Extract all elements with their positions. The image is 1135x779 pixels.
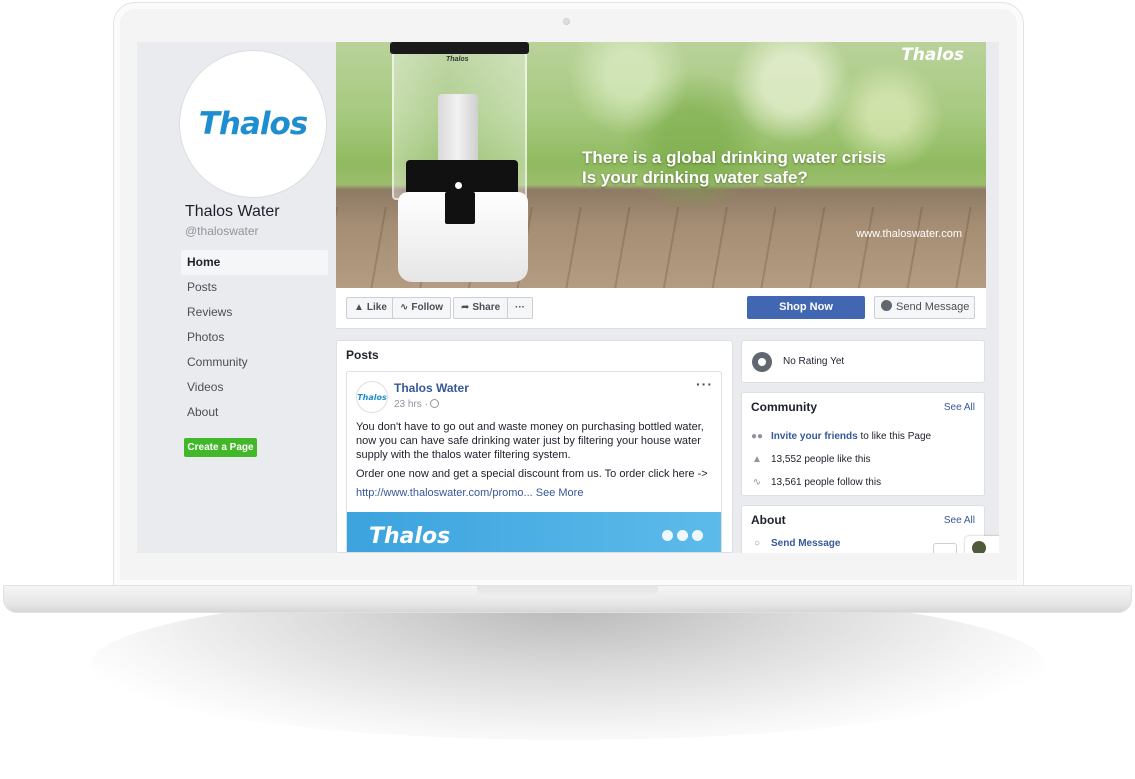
chat-compose-button[interactable] [933, 543, 957, 553]
facebook-page-screen: Thalos Thalos Water @thaloswater Home Po… [137, 42, 999, 553]
send-message-button[interactable]: Send Message [874, 296, 975, 319]
follows-text: 13,561 people follow this [771, 477, 882, 488]
filter-cap-brand: Thalos [446, 56, 469, 63]
about-send-message-row: ○ Send Message [751, 538, 841, 549]
likes-text: 13,552 people like this [771, 454, 871, 465]
share-arrow-icon: ➦ [461, 302, 470, 313]
rss-icon: ∿ [752, 477, 762, 488]
cover-url: www.thaloswater.com [856, 228, 962, 240]
share-label: Share [472, 302, 501, 313]
post-timestamp[interactable]: 23 hrs · [394, 399, 439, 410]
create-page-button[interactable]: Create a Page [184, 438, 257, 457]
filter-cartridge [438, 94, 478, 164]
post-avatar[interactable]: Thalos [356, 381, 388, 413]
invite-friends-link[interactable]: Invite your friends [771, 431, 858, 442]
page-handle[interactable]: @thaloswater [185, 224, 259, 238]
community-see-all-link[interactable]: See All [944, 402, 975, 413]
cover-photo[interactable]: Thalos Thalos There is a global drinking… [336, 42, 986, 288]
posts-card: Posts Thalos Thalos Water 23 hrs · ··· Y… [336, 340, 733, 553]
like-button[interactable]: ▲ Like [346, 297, 395, 319]
cover-headline: There is a global drinking water crisis … [582, 148, 886, 188]
nav-item-posts[interactable]: Posts [181, 275, 328, 300]
likes-row: ▲ 13,552 people like this [751, 454, 871, 465]
thumbs-up-icon: ▲ [354, 302, 364, 313]
nav-item-community[interactable]: Community [181, 350, 328, 375]
post-body: You don't have to go out and waste money… [356, 420, 716, 505]
more-options-button[interactable]: ··· [507, 297, 533, 319]
post-link[interactable]: http://www.thaloswater.com/promo... [356, 487, 533, 499]
post-item: Thalos Thalos Water 23 hrs · ··· You don… [346, 371, 722, 552]
community-title: Community [751, 400, 817, 414]
laptop-camera [563, 18, 570, 25]
share-button[interactable]: ➦ Share [453, 297, 509, 319]
posts-title: Posts [346, 348, 379, 362]
filter-light [455, 182, 462, 189]
post-paragraph: Order one now and get a special discount… [356, 468, 708, 480]
instagram-icon [677, 530, 688, 541]
post-author[interactable]: Thalos Water [394, 381, 469, 395]
thumbs-up-icon: ▲ [752, 454, 762, 465]
about-see-all-link[interactable]: See All [944, 515, 975, 526]
nav-item-videos[interactable]: Videos [181, 375, 328, 400]
cover-headline-line2: Is your drinking water safe? [582, 168, 808, 187]
laptop-base-notch [477, 585, 658, 598]
follows-row: ∿ 13,561 people follow this [751, 477, 881, 488]
post-paragraph: You don't have to go out and waste money… [356, 421, 704, 461]
follow-button[interactable]: ∿ Follow [392, 297, 452, 319]
cover-brand-logo: Thalos [901, 45, 964, 65]
rss-icon: ∿ [400, 302, 409, 313]
people-icon: ●● [751, 431, 764, 442]
post-avatar-logo: Thalos [357, 392, 387, 402]
post-image-logo: Thalos [369, 524, 451, 549]
shop-now-button[interactable]: Shop Now [747, 296, 865, 319]
messenger-icon: ○ [753, 538, 761, 549]
invite-friends-row: ●● Invite your friends to like this Page [751, 431, 931, 442]
left-sidebar: Thalos Thalos Water @thaloswater Home Po… [137, 42, 335, 553]
nav-item-photos[interactable]: Photos [181, 325, 328, 350]
about-send-message-link[interactable]: Send Message [771, 538, 840, 549]
chat-head-avatar[interactable] [965, 536, 999, 553]
like-label: Like [366, 302, 387, 313]
rating-text: No Rating Yet [783, 356, 845, 367]
filter-top [406, 160, 518, 195]
send-message-label: Send Message [896, 301, 970, 313]
page-name[interactable]: Thalos Water [185, 203, 280, 221]
invite-friends-text: to like this Page [857, 431, 932, 442]
post-options-button[interactable]: ··· [696, 376, 713, 392]
filter-spout [445, 192, 475, 224]
nav-item-about[interactable]: About [181, 400, 328, 425]
community-card: Community See All ●● Invite your friends … [741, 392, 985, 496]
linkedin-icon [692, 530, 703, 541]
nav-item-home[interactable]: Home [181, 250, 328, 275]
follow-label: Follow [411, 302, 444, 313]
messenger-icon [881, 300, 892, 311]
cover-headline-line1: There is a global drinking water crisis [582, 148, 887, 167]
post-image[interactable]: Thalos [347, 512, 721, 552]
laptop-mockup: Thalos Thalos Water @thaloswater Home Po… [0, 0, 1135, 779]
rating-icon [752, 352, 772, 372]
rating-card: No Rating Yet [741, 340, 985, 383]
page-action-bar: ▲ Like ∿ Follow ➦ Share ··· Shop Now Send M… [336, 288, 986, 329]
post-time-text: 23 hrs · [394, 399, 428, 410]
nav-item-reviews[interactable]: Reviews [181, 300, 328, 325]
about-title: About [751, 513, 786, 527]
profile-picture[interactable]: Thalos [180, 51, 326, 197]
see-more-link[interactable]: See More [536, 487, 584, 499]
page-nav: Home Posts Reviews Photos Community Vide… [181, 250, 328, 425]
globe-icon [429, 399, 439, 408]
filter-cap [390, 42, 529, 54]
thalos-logo: Thalos [198, 106, 309, 142]
facebook-icon [662, 530, 673, 541]
